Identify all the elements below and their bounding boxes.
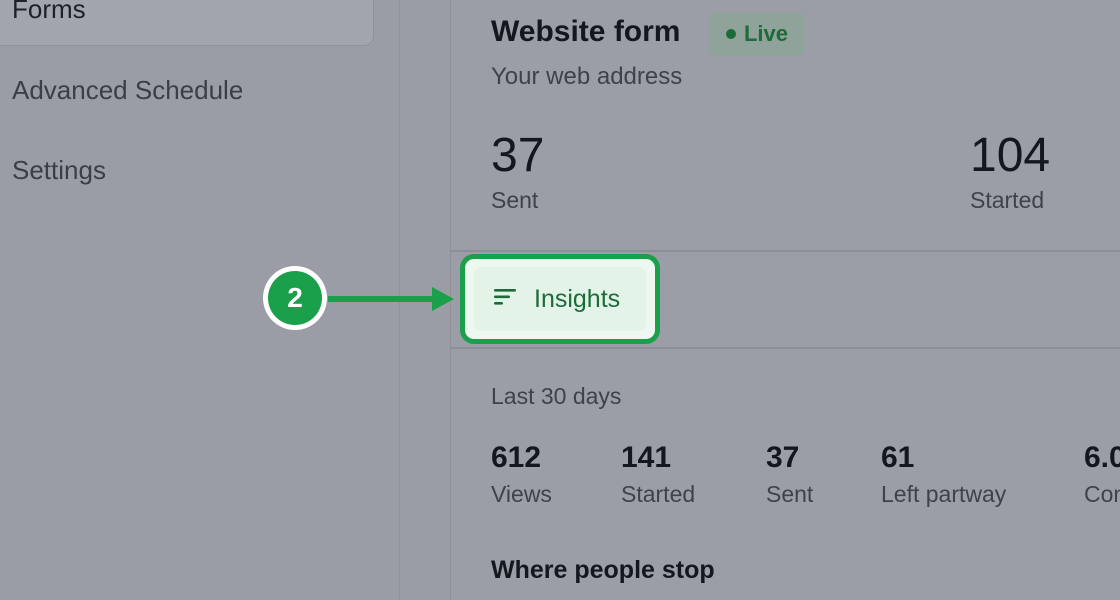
stat-views-value: 612 xyxy=(491,441,542,474)
summary-sent-value: 37 xyxy=(491,129,545,182)
status-badge-label: Live xyxy=(743,21,789,46)
insights-button-label: Insights xyxy=(534,284,621,313)
lines-icon xyxy=(494,287,518,312)
form-subtitle: Your web address xyxy=(491,63,683,90)
stat-left-partway-value: 61 xyxy=(881,441,915,474)
stat-started-value: 141 xyxy=(621,441,672,474)
sidebar-item-label: Forms xyxy=(12,0,86,24)
stat-left-partway-label: Left partway xyxy=(881,481,1007,507)
stat-started-label: Started xyxy=(621,481,696,507)
summary-sent-label: Sent xyxy=(491,187,539,213)
divider xyxy=(451,347,1120,349)
step-callout-badge: 2 xyxy=(263,266,327,330)
stat-sent-value: 37 xyxy=(766,441,800,474)
divider xyxy=(451,250,1120,252)
stat-views-label: Views xyxy=(491,481,552,507)
section-heading-where-people-stop: Where people stop xyxy=(491,556,715,584)
stat-conversion-label: Con xyxy=(1084,481,1120,507)
status-badge: Live xyxy=(709,12,805,56)
step-number: 2 xyxy=(268,271,322,325)
sidebar-item-advanced-schedule[interactable]: Advanced Schedule xyxy=(12,75,243,106)
insights-button[interactable]: Insights xyxy=(474,267,646,331)
stat-sent-label: Sent xyxy=(766,481,814,507)
stat-conversion-value: 6.0 xyxy=(1084,441,1120,474)
callout-arrow-icon xyxy=(328,287,454,311)
summary-started-label: Started xyxy=(970,187,1045,213)
period-label: Last 30 days xyxy=(491,383,622,409)
status-dot-icon xyxy=(725,29,736,39)
summary-started-value: 104 xyxy=(970,129,1051,182)
sidebar-item-settings[interactable]: Settings xyxy=(12,155,106,186)
page-title: Website form xyxy=(491,15,681,48)
